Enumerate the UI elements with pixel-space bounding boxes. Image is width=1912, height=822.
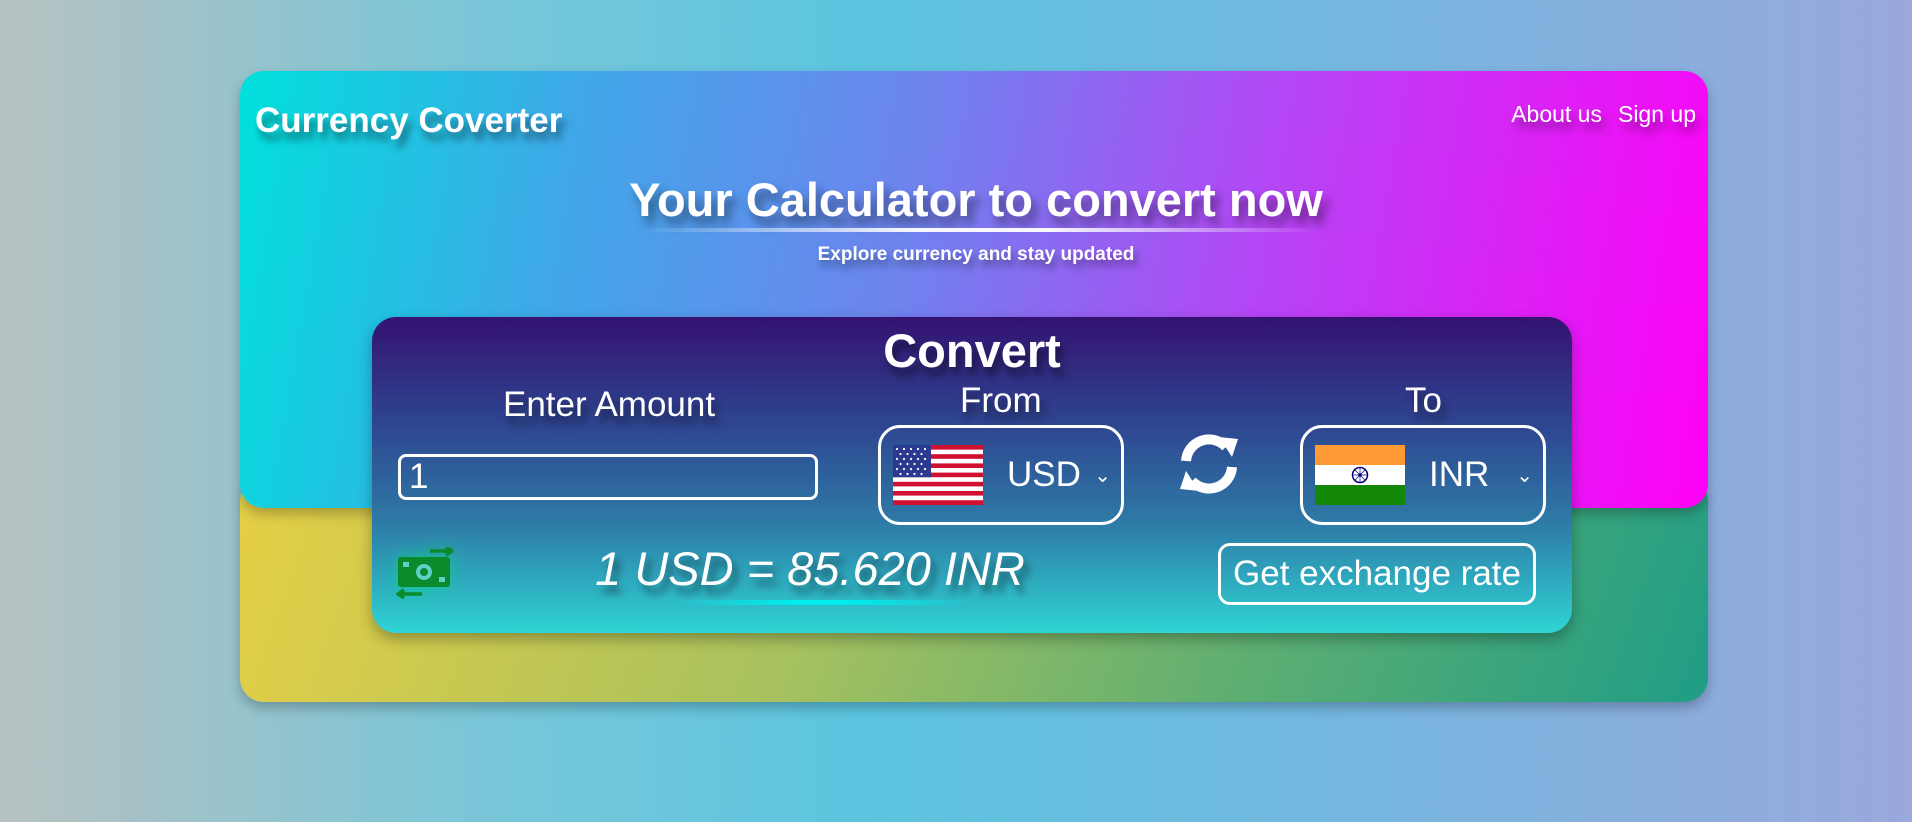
result-underline bbox=[672, 600, 972, 605]
nav-sign-up-link[interactable]: Sign up bbox=[1618, 101, 1696, 128]
to-label: To bbox=[1405, 381, 1442, 420]
to-currency-select[interactable]: INR ⌄ bbox=[1300, 425, 1546, 525]
brand-title: Currency Coverter bbox=[255, 101, 563, 140]
from-currency-code: USD bbox=[1007, 455, 1081, 494]
from-currency-select[interactable]: USD ⌄ bbox=[878, 425, 1124, 525]
amount-input[interactable] bbox=[398, 454, 818, 500]
to-currency-code: INR bbox=[1429, 455, 1490, 494]
hero-title: Your Calculator to convert now bbox=[629, 173, 1323, 226]
chevron-down-icon: ⌄ bbox=[1516, 464, 1533, 487]
amount-label: Enter Amount bbox=[503, 385, 716, 424]
chevron-down-icon: ⌄ bbox=[1094, 464, 1111, 487]
from-label: From bbox=[960, 381, 1042, 420]
india-flag-icon bbox=[1315, 445, 1405, 505]
us-flag-icon bbox=[893, 445, 983, 505]
converter-panel: Convert Enter Amount From USD ⌄ bbox=[372, 317, 1572, 633]
hero-underline bbox=[640, 228, 1320, 232]
top-nav: About us Sign up bbox=[1511, 101, 1696, 128]
nav-about-us-link[interactable]: About us bbox=[1511, 101, 1602, 128]
converter-title: Convert bbox=[883, 324, 1061, 377]
conversion-result: 1 USD = 85.620 INR bbox=[595, 542, 1025, 595]
swap-arrows-icon[interactable] bbox=[1174, 429, 1244, 499]
hero-subtitle: Explore currency and stay updated bbox=[817, 244, 1135, 265]
get-exchange-rate-button[interactable]: Get exchange rate bbox=[1218, 543, 1536, 605]
